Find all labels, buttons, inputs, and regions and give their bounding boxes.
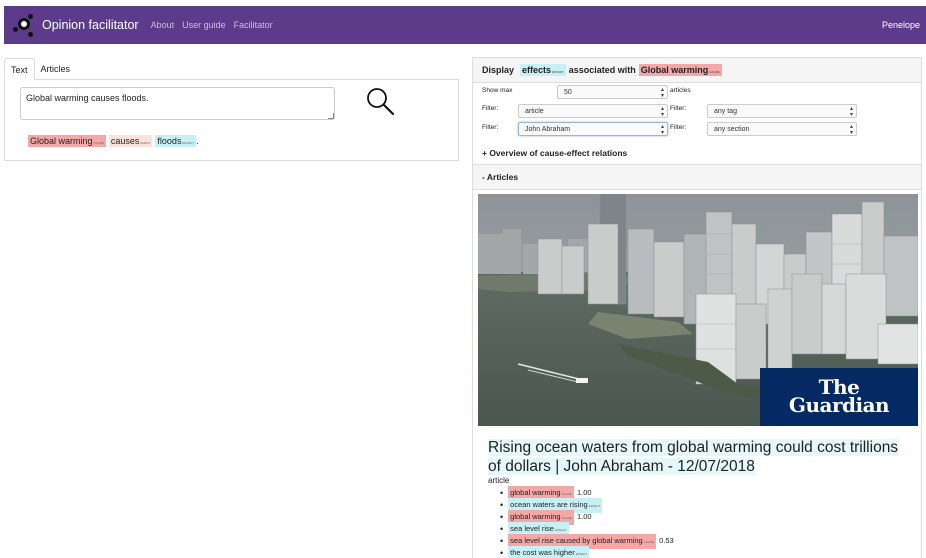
list-item: the cost was higherEFFECT [501, 545, 674, 558]
tab-articles[interactable]: Articles [35, 58, 77, 80]
filter-label: Filter: [482, 124, 499, 131]
cause-token[interactable]: Global warmingCAUSE [28, 135, 106, 147]
filter-label: Filter: [670, 124, 687, 131]
left-tabs: Text Articles [4, 58, 459, 80]
nav-user-guide-link[interactable]: User guide [182, 20, 226, 30]
right-panel: Display effectsEFFECT associated with Gl… [472, 57, 922, 558]
search-icon[interactable] [365, 86, 395, 116]
header-effects-token[interactable]: effectsEFFECT [520, 64, 566, 76]
text-tab-pane: Global warming causes floods. Global war… [4, 79, 459, 161]
section-filter-select[interactable]: any section ▴ ▾ [707, 122, 857, 136]
show-max-label: Show max [482, 87, 513, 94]
show-max-select[interactable]: 50 ▴ ▾ [557, 85, 668, 99]
header-prefix: Display [482, 65, 515, 75]
effect-token[interactable]: the cost was higherEFFECT [508, 545, 590, 558]
articles-suffix: articles [670, 87, 691, 94]
article-image: The Guardian [478, 194, 918, 426]
guardian-logo: The Guardian [760, 368, 918, 426]
header-middle: associated with [568, 65, 636, 75]
author-filter-select[interactable]: John Abraham ▴ ▾ [518, 122, 668, 136]
text-input[interactable]: Global warming causes floods. [20, 87, 335, 120]
tag-filter-select[interactable]: any tag ▴ ▾ [707, 104, 857, 118]
app-logo-icon[interactable] [12, 13, 36, 37]
relation-list: global warmingCAUSE1.00 ocean waters are… [501, 485, 674, 558]
articles-toggle[interactable]: - Articles [473, 164, 921, 190]
brand-link[interactable]: Opinion facilitator [42, 18, 139, 32]
filter-label: Filter: [670, 105, 687, 112]
article-title[interactable]: Rising ocean waters from global warming … [488, 438, 908, 476]
tab-text[interactable]: Text [4, 58, 35, 80]
sentence-period: . [196, 136, 199, 146]
resize-handle[interactable] [328, 113, 334, 119]
nav-about-link[interactable]: About [151, 20, 175, 30]
nav-facilitator-link[interactable]: Facilitator [234, 20, 273, 30]
display-header: Display effectsEFFECT associated with Gl… [473, 58, 921, 83]
type-filter-select[interactable]: article ▴ ▾ [518, 104, 668, 118]
left-panel: Text Articles Global warming causes floo… [4, 58, 459, 162]
filter-label: Filter: [482, 105, 499, 112]
overview-toggle[interactable]: + Overview of cause-effect relations [482, 148, 627, 158]
event-token[interactable]: causesEVENT [108, 135, 153, 147]
header-cause-token[interactable]: Global warmingCAUSE [638, 64, 722, 76]
effect-token[interactable]: floodsEFFECT [155, 135, 197, 147]
user-menu[interactable]: Penelope [882, 20, 920, 30]
top-navbar: Opinion facilitator About User guide Fac… [4, 6, 926, 44]
parsed-sentence: Global warmingCAUSE causesEVENT floodsEF… [28, 135, 199, 147]
article-type: article [488, 476, 510, 485]
